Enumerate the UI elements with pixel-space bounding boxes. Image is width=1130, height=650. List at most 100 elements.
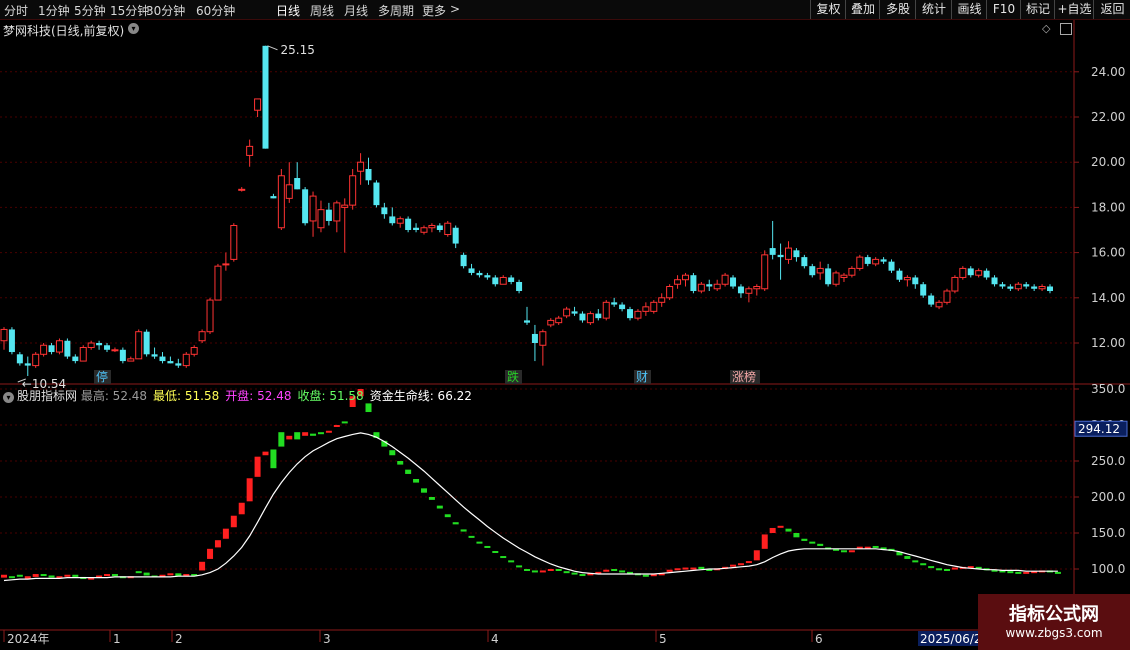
title-dropdown-icon[interactable]: ▾: [128, 23, 139, 34]
candle-body: [230, 224, 238, 260]
toolbar-action-button[interactable]: 统计: [915, 0, 952, 19]
panel-toggle-icon[interactable]: [1060, 23, 1072, 35]
indicator-header: ▾ 股朋指标网 最高: 52.48 最低: 51.58 开盘: 52.48 收盘: 51…: [3, 387, 478, 404]
period-tab[interactable]: 15分钟: [110, 2, 149, 19]
indicator-candle: [801, 538, 808, 541]
indicator-candle: [365, 403, 372, 413]
candle-body: [492, 277, 499, 285]
diamond-icon[interactable]: ◇: [1042, 22, 1050, 35]
current-value-label: 294.12: [1078, 422, 1120, 436]
indicator-candle: [840, 550, 847, 553]
toolbar-action-button[interactable]: +自选: [1054, 0, 1094, 19]
candle-body: [175, 363, 182, 366]
period-tab[interactable]: 多周期: [378, 2, 414, 19]
more-arrow-icon[interactable]: >: [450, 2, 460, 16]
toolbar-action-button[interactable]: 多股: [879, 0, 916, 19]
indicator-candle: [516, 565, 523, 568]
indicator-tick-label: 150.0: [1091, 526, 1125, 540]
indicator-candle: [64, 574, 71, 577]
date-tick-label: 2024年: [7, 632, 50, 646]
candle-body: [24, 363, 31, 366]
candle-body: [1031, 286, 1038, 289]
event-tag-label: 停: [96, 369, 108, 384]
candle-body: [8, 329, 15, 353]
indicator-candle: [936, 568, 943, 571]
period-tab[interactable]: 5分钟: [74, 2, 106, 19]
indicator-candle: [254, 456, 261, 477]
period-tab[interactable]: 30分钟: [146, 2, 185, 19]
indicator-candle: [444, 514, 451, 518]
candle-body: [935, 301, 943, 308]
period-tab[interactable]: 月线: [344, 2, 368, 19]
candle-body: [428, 224, 436, 229]
toolbar-action-button[interactable]: 叠加: [845, 0, 880, 19]
candle-body: [381, 207, 388, 215]
candle-body: [254, 98, 262, 111]
period-tab[interactable]: 分时: [4, 2, 28, 19]
indicator-tick-label: 350.0: [1091, 382, 1125, 396]
indicator-candle: [278, 432, 285, 447]
period-tab[interactable]: 更多: [422, 2, 446, 19]
indicator-candle: [452, 522, 459, 525]
candle-body: [1023, 284, 1030, 287]
candle-body: [87, 342, 95, 349]
candle-body: [681, 274, 689, 281]
kline-chart: 24.00 22.00 20.00 18.00 16.00 14.00 12.00 25.15…: [0, 20, 1130, 646]
lifeline-curve: [3, 432, 1058, 582]
candle-body: [991, 277, 998, 285]
period-tab[interactable]: 60分钟: [196, 2, 235, 19]
indicator-candle: [539, 570, 546, 573]
candle-body: [840, 274, 848, 278]
candle-body: [666, 286, 674, 299]
indicator-candle: [524, 569, 530, 571]
candle-body: [238, 188, 246, 191]
candle-body: [880, 259, 887, 262]
candle-body: [468, 268, 475, 273]
candle-body: [801, 257, 808, 267]
candle-body: [436, 225, 443, 230]
indicator-candle: [230, 515, 237, 528]
candle-body: [190, 347, 198, 355]
candle-body: [222, 263, 230, 266]
indicator-candle: [32, 574, 39, 577]
date-tick-label: 4: [491, 632, 499, 646]
candle-body: [737, 286, 744, 294]
candle-body: [484, 275, 491, 278]
indicator-candle: [737, 563, 744, 566]
price-tick-label: 14.00: [1091, 291, 1125, 305]
candle-body: [920, 284, 927, 296]
date-tick-label: 1: [113, 632, 121, 646]
toolbar-action-button[interactable]: 标记: [1020, 0, 1055, 19]
stock-title: 梦网科技(日线,前复权): [3, 24, 125, 38]
indicator-candle: [904, 556, 911, 559]
candle-body: [539, 331, 547, 346]
candle-body: [206, 299, 214, 333]
toolbar-action-button[interactable]: 复权: [810, 0, 846, 19]
indicator-candle: [872, 545, 879, 548]
candle-body: [745, 288, 753, 294]
period-tab[interactable]: 周线: [310, 2, 334, 19]
candle-body: [72, 356, 79, 362]
candle-body: [405, 218, 412, 230]
candle-body: [309, 195, 317, 222]
candle-body: [127, 358, 135, 362]
candle-body: [317, 209, 325, 229]
toolbar-action-button[interactable]: F10: [986, 0, 1021, 19]
indicator-candle: [167, 573, 174, 576]
candle-body: [611, 302, 618, 305]
indicator-candle: [104, 574, 111, 577]
toolbar-action-button[interactable]: 画线: [951, 0, 987, 19]
toolbar-action-button[interactable]: 返回: [1093, 0, 1130, 19]
candle-body: [967, 268, 974, 276]
indicator-candle: [682, 567, 689, 570]
candle-body: [452, 227, 459, 244]
candle-body: [547, 319, 555, 326]
candle-body: [198, 331, 206, 342]
period-tab[interactable]: 1分钟: [38, 2, 70, 19]
candle-body: [848, 267, 856, 276]
date-tick-label: 2: [175, 632, 183, 646]
candle-body: [832, 272, 840, 285]
period-tab[interactable]: 日线: [276, 2, 300, 19]
indicator-dropdown-icon[interactable]: ▾: [3, 392, 14, 403]
candle-body: [912, 277, 919, 285]
